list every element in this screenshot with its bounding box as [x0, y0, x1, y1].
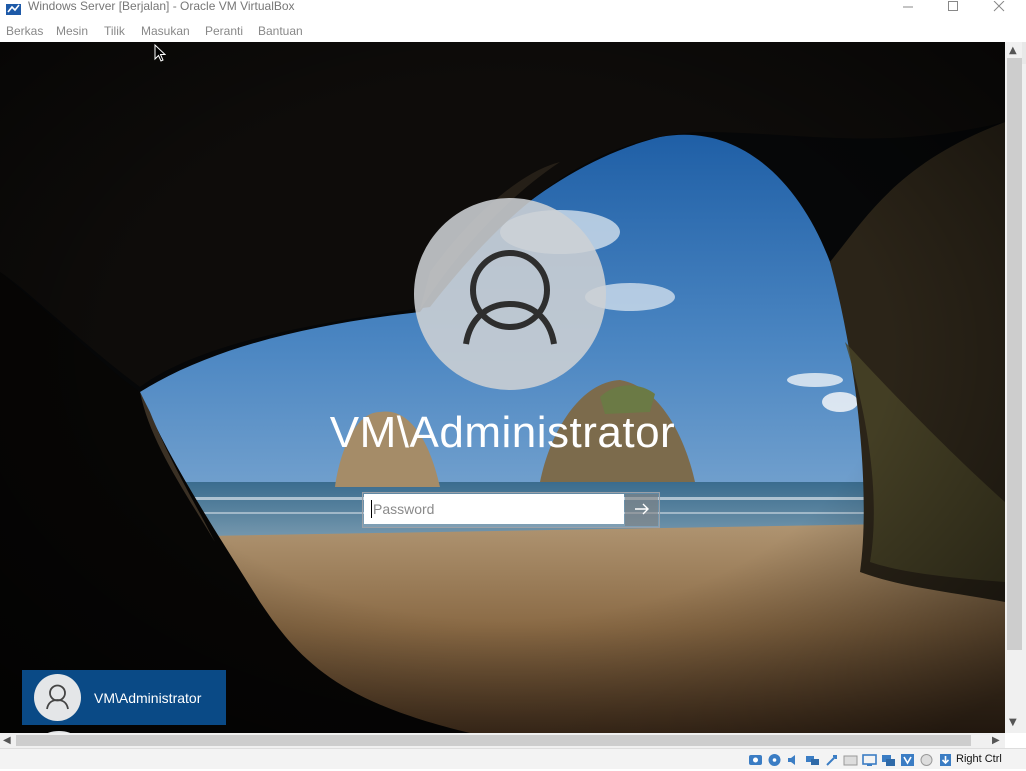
- close-icon: [993, 1, 1005, 13]
- maximize-icon: [947, 1, 959, 13]
- text-caret: [371, 500, 372, 518]
- lockscreen-username: VM\Administrator: [329, 408, 676, 457]
- menu-peranti[interactable]: Peranti: [205, 24, 243, 38]
- status-bar: Right Ctrl: [0, 748, 1026, 769]
- mouse-pointer-icon: [154, 44, 166, 62]
- menu-bantuan[interactable]: Bantuan: [258, 24, 303, 38]
- display-icon[interactable]: [862, 752, 877, 766]
- scroll-right-icon[interactable]: ▶: [992, 736, 1000, 746]
- network-icon[interactable]: [805, 752, 820, 766]
- menu-mesin[interactable]: Mesin: [56, 24, 88, 38]
- menu-tilik[interactable]: Tilik: [104, 24, 125, 38]
- arrow-right-icon: [634, 501, 650, 520]
- scroll-down-icon[interactable]: ▼: [1009, 718, 1017, 728]
- user-silhouette-icon: [46, 684, 69, 710]
- audio-icon[interactable]: [786, 752, 801, 766]
- menu-bar: Berkas Mesin Tilik Masukan Peranti Bantu…: [0, 22, 1026, 40]
- scroll-up-icon[interactable]: ▲: [1009, 46, 1017, 56]
- user-silhouette-icon: [463, 250, 557, 345]
- horizontal-scroll-thumb[interactable]: [16, 735, 971, 746]
- virtualization-icon[interactable]: [900, 752, 915, 766]
- close-button[interactable]: [977, 0, 1021, 14]
- scroll-left-icon[interactable]: ◀: [3, 736, 11, 746]
- password-input[interactable]: [364, 494, 624, 524]
- usb-icon[interactable]: [824, 752, 839, 766]
- host-key-label[interactable]: Right Ctrl: [956, 753, 1002, 765]
- minimize-icon: [902, 1, 914, 13]
- menu-masukan[interactable]: Masukan: [141, 24, 190, 38]
- window-edge: [1022, 42, 1026, 64]
- video-capture-icon[interactable]: [881, 752, 896, 766]
- user-tile-name: VM\Administrator: [94, 690, 202, 706]
- window-title: Windows Server [Berjalan] - Oracle VM Vi…: [28, 0, 295, 13]
- mouse-integration-icon[interactable]: [919, 752, 934, 766]
- user-tile-selected[interactable]: VM\Administrator: [22, 670, 226, 725]
- user-avatar-large: [414, 198, 606, 390]
- shared-folders-icon[interactable]: [843, 752, 858, 766]
- keyboard-capture-icon[interactable]: [938, 752, 953, 766]
- optical-drive-icon[interactable]: [767, 752, 782, 766]
- virtualbox-app-icon[interactable]: [6, 0, 22, 15]
- menu-berkas[interactable]: Berkas: [6, 24, 43, 38]
- user-tile-avatar: [34, 674, 81, 721]
- vertical-scroll-thumb[interactable]: [1007, 58, 1022, 650]
- password-box: [362, 492, 660, 528]
- vm-display[interactable]: VM\Administrator VM\Administrator: [0, 42, 1005, 733]
- maximize-button[interactable]: [931, 0, 975, 14]
- hard-disk-icon[interactable]: [748, 752, 763, 766]
- minimize-button[interactable]: [886, 0, 930, 14]
- title-bar: Windows Server [Berjalan] - Oracle VM Vi…: [0, 0, 1026, 15]
- sign-in-submit-button[interactable]: [625, 494, 658, 526]
